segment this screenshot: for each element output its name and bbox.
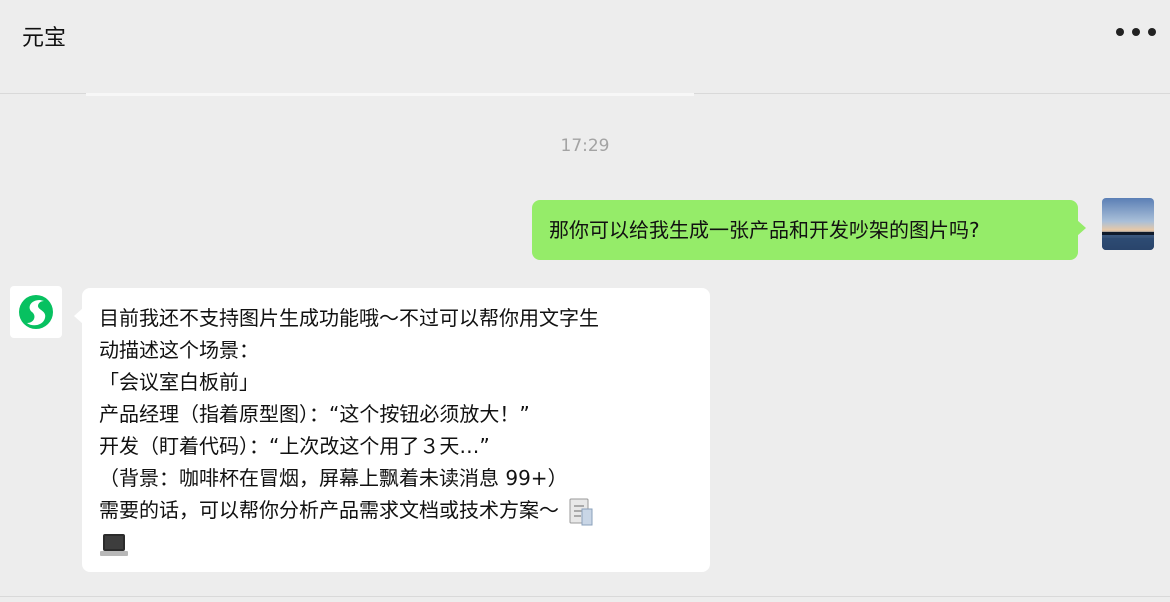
landscape-photo-avatar xyxy=(1102,198,1154,250)
bot-avatar[interactable] xyxy=(10,286,62,338)
message-timestamp: 17:29 xyxy=(560,136,610,156)
bot-message-line: 产品经理（指着原型图）：“这个按钮必须放大！” xyxy=(99,402,530,426)
more-horizontal-icon xyxy=(1116,28,1124,36)
header-divider xyxy=(86,93,694,96)
user-message-bubble[interactable]: 那你可以给我生成一张产品和开发吵架的图片吗? xyxy=(532,200,1086,260)
yuanbao-logo-icon xyxy=(19,295,53,329)
document-icon xyxy=(565,497,595,527)
laptop-icon xyxy=(99,530,129,560)
chat-title: 元宝 xyxy=(22,26,67,51)
chat-header: 元宝 xyxy=(0,0,1170,94)
bot-message-line: 动描述这个场景： xyxy=(99,338,259,362)
bot-message-line: （背景：咖啡杯在冒烟，屏幕上飘着未读消息 99+） xyxy=(99,466,568,490)
bot-message-line: 开发（盯着代码）：“上次改这个用了３天…” xyxy=(99,434,490,458)
more-options-button[interactable] xyxy=(1116,22,1156,42)
user-avatar[interactable] xyxy=(1102,198,1154,250)
bot-message-line-last: 需要的话，可以帮你分析产品需求文档或技术方案～ xyxy=(99,494,700,527)
bot-message-bubble[interactable]: 目前我还不支持图片生成功能哦～不过可以帮你用文字生 动描述这个场景： 「会议室白… xyxy=(74,288,710,572)
bot-message-line: 「会议室白板前」 xyxy=(99,370,259,394)
input-area-divider xyxy=(0,596,1170,597)
bot-message-line: 目前我还不支持图片生成功能哦～不过可以帮你用文字生 xyxy=(99,306,599,330)
bot-message-line-icon xyxy=(99,527,700,561)
